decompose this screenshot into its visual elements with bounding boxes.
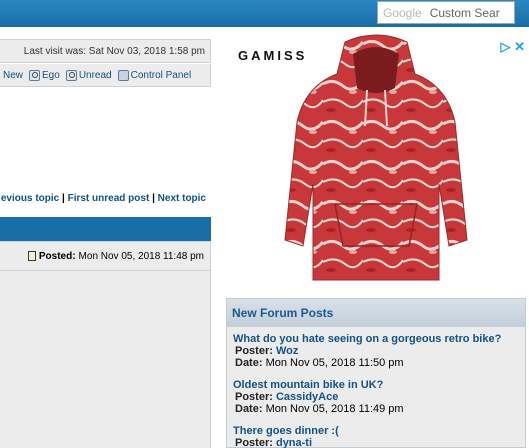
post-body	[0, 271, 211, 448]
poster-link[interactable]: dyna-ti	[276, 437, 312, 448]
list-item: What do you hate seeing on a gorgeous re…	[233, 333, 519, 369]
posted-date: Mon Nov 05, 2018 11:48 pm	[78, 250, 204, 262]
link-unread[interactable]: Unread	[65, 69, 112, 81]
site-header-bar: Google	[0, 0, 529, 27]
first-unread-link[interactable]: First unread post	[68, 193, 150, 204]
poster-label: Poster:	[235, 345, 273, 357]
panel-title: New Forum Posts	[227, 299, 525, 327]
next-topic-link[interactable]: Next topic	[158, 193, 206, 204]
link-new[interactable]: New	[3, 70, 23, 81]
search-icon	[29, 69, 41, 81]
search-input[interactable]	[429, 5, 508, 20]
poster-label: Poster:	[235, 391, 273, 403]
post-title-link[interactable]: Oldest mountain bike in UK?	[233, 379, 519, 391]
quick-links-bar: New Ego Unread Control Panel	[0, 64, 211, 87]
poster-label: Poster:	[235, 437, 273, 448]
link-ego[interactable]: Ego	[29, 69, 60, 81]
posted-label: Posted:	[38, 250, 76, 262]
topic-navigation: evious topic | First unread post | Next …	[0, 193, 211, 207]
post-icon	[27, 251, 36, 261]
last-visit-text: Last visit was: Sat Nov 03, 2018 1:58 pm	[23, 45, 205, 57]
list-item: There goes dinner :( Poster: dyna-ti	[233, 425, 519, 448]
google-custom-search[interactable]: Google	[377, 1, 515, 24]
date-label: Date:	[235, 357, 263, 369]
google-logo: Google	[383, 5, 422, 20]
nav-separator: |	[152, 193, 155, 204]
previous-topic-link[interactable]: evious topic	[1, 193, 59, 204]
topic-header-bar	[0, 217, 211, 241]
new-forum-posts-panel: New Forum Posts What do you hate seeing …	[226, 298, 526, 448]
post-title-link[interactable]: There goes dinner :(	[233, 425, 519, 437]
post-date: Mon Nov 05, 2018 11:50 pm	[265, 357, 404, 369]
adchoices-icon[interactable]: ▷ ✕	[500, 39, 525, 55]
hoodie-image	[284, 34, 468, 281]
post-date: Mon Nov 05, 2018 11:49 pm	[265, 403, 404, 415]
list-item: Oldest mountain bike in UK? Poster: Cass…	[233, 379, 519, 415]
user-icon	[117, 69, 129, 81]
post-title-link[interactable]: What do you hate seeing on a gorgeous re…	[233, 333, 519, 345]
search-icon	[65, 69, 77, 81]
post-list: What do you hate seeing on a gorgeous re…	[227, 327, 525, 448]
last-visit-bar: Last visit was: Sat Nov 03, 2018 1:58 pm	[0, 39, 211, 63]
poster-link[interactable]: Woz	[276, 345, 298, 357]
post-header: Posted: Mon Nov 05, 2018 11:48 pm	[0, 241, 211, 271]
forum-column: Last visit was: Sat Nov 03, 2018 1:58 pm…	[0, 27, 211, 448]
nav-separator: |	[62, 193, 65, 204]
date-label: Date:	[235, 403, 263, 415]
link-control-panel[interactable]: Control Panel	[117, 69, 191, 81]
advertisement[interactable]: GAMISS ▷ ✕	[227, 27, 529, 295]
poster-link[interactable]: CassidyAce	[276, 391, 338, 403]
